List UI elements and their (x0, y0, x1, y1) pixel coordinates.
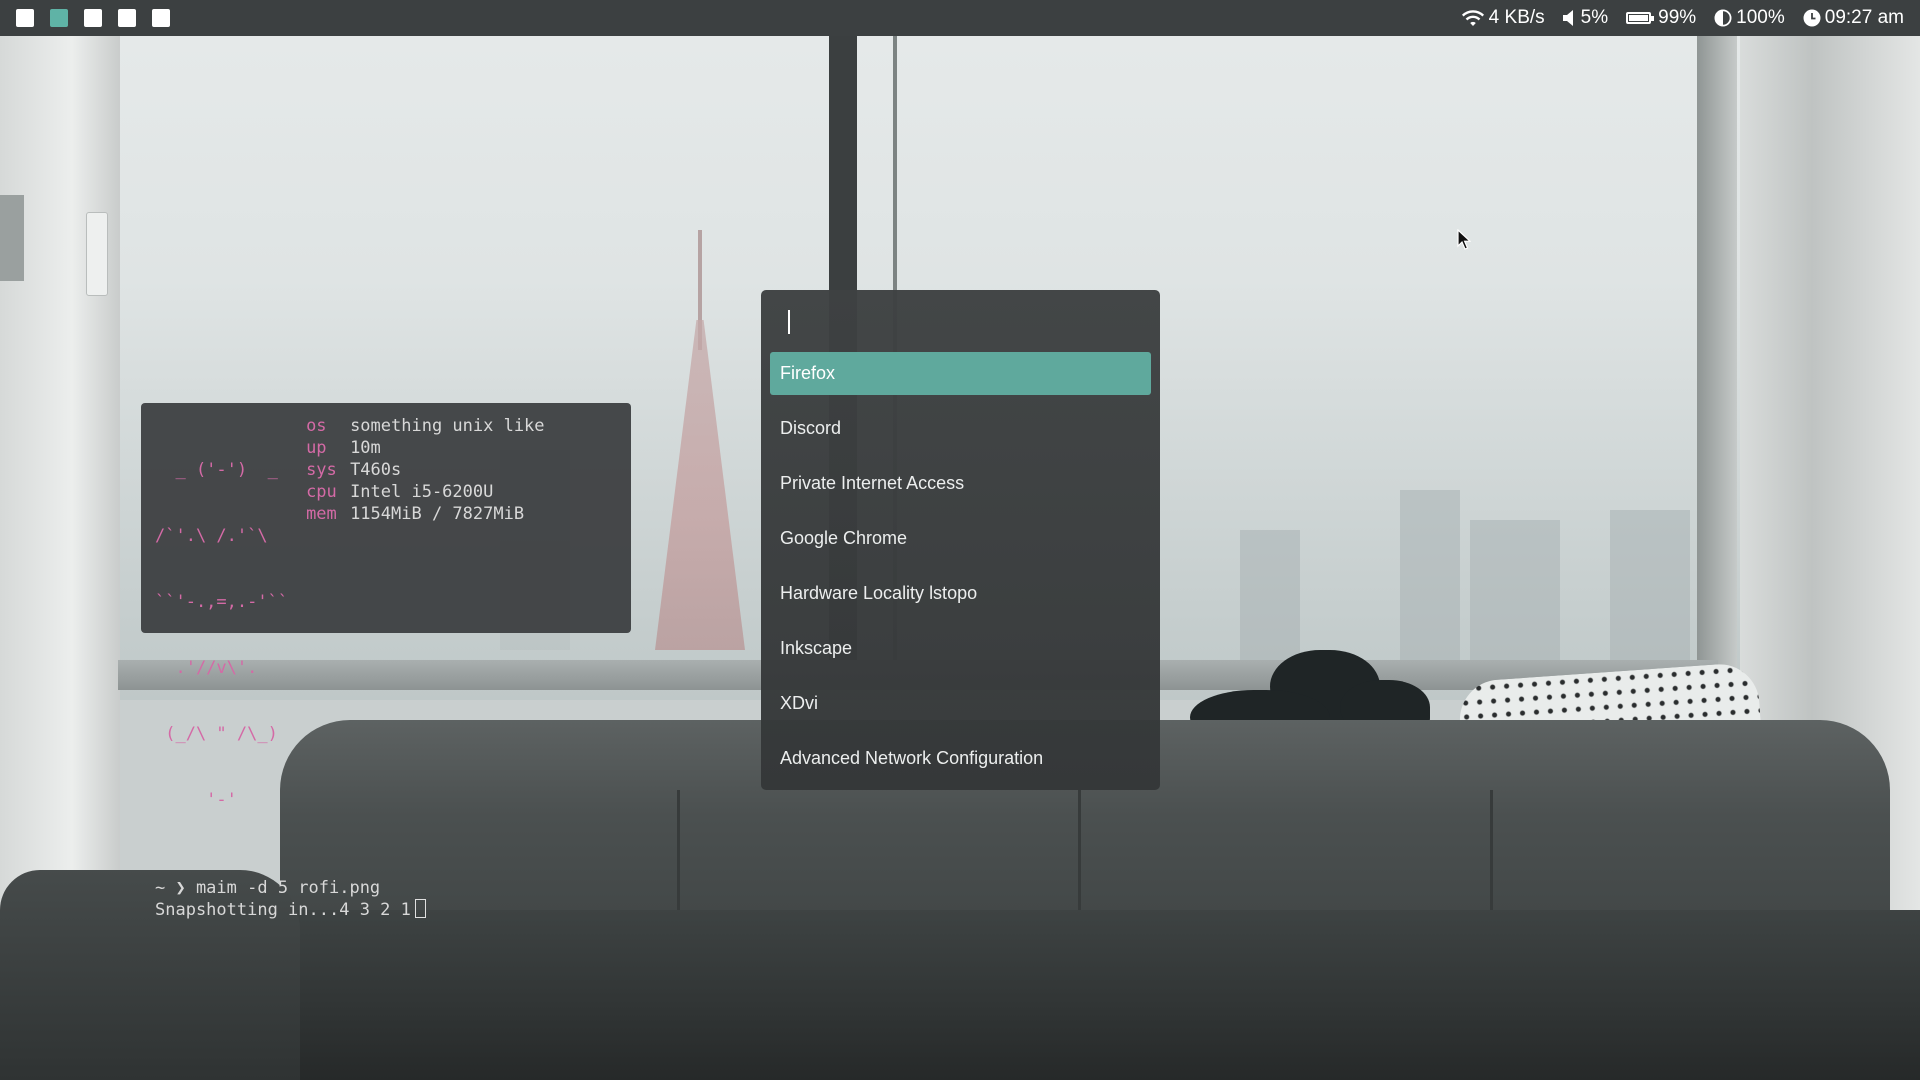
app-launcher: Firefox Discord Private Internet Access … (761, 290, 1160, 790)
volume-level: 5% (1580, 7, 1609, 28)
command-line: ~ ❯ maim -d 5 rofi.png (155, 877, 617, 899)
info-row-mem: mem 1154MiB / 7827MiB (306, 503, 544, 525)
info-key: sys (306, 460, 337, 480)
workspace-3[interactable] (84, 9, 102, 27)
terminal-window[interactable]: _ ('-') _ /`'.\ /.'`\ ``'-.,=,.-'`` .'//… (141, 403, 631, 920)
launcher-item-xdvi[interactable]: XDvi (770, 682, 1151, 725)
building (1610, 510, 1690, 660)
top-bar: 4 KB/s 5% 99% 100% 09:27 am (0, 0, 1920, 36)
brightness-icon (1714, 9, 1732, 27)
workspace-5[interactable] (152, 9, 170, 27)
info-value: 1154MiB / 7827MiB (350, 504, 525, 524)
command-output: Snapshotting in...4 3 2 1 (155, 899, 617, 921)
launcher-item-google-chrome[interactable]: Google Chrome (770, 517, 1151, 560)
building (1400, 490, 1460, 660)
launcher-search-input[interactable] (770, 302, 1151, 342)
launcher-results: Firefox Discord Private Internet Access … (770, 352, 1151, 780)
info-row-sys: sys T460s (306, 459, 544, 481)
info-key: cpu (306, 482, 337, 502)
info-value: T460s (350, 460, 402, 480)
info-key: up (306, 438, 327, 458)
volume-status[interactable]: 5% (1562, 7, 1609, 29)
workspace-2-active[interactable] (50, 9, 68, 27)
brightness-level: 100% (1736, 7, 1785, 28)
info-value: 10m (350, 438, 381, 458)
launcher-item-firefox[interactable]: Firefox (770, 352, 1151, 395)
battery-level: 99% (1658, 7, 1697, 28)
speaker-icon (1562, 10, 1577, 26)
info-value: Intel i5-6200U (350, 482, 494, 502)
clock[interactable]: 09:27 am (1803, 7, 1904, 29)
building (1470, 520, 1560, 660)
status-area: 4 KB/s 5% 99% 100% 09:27 am (1461, 7, 1904, 29)
network-speed: 4 KB/s (1488, 7, 1545, 28)
clock-icon (1803, 9, 1821, 27)
wall-plate (86, 212, 108, 296)
ascii-line: /`'.\ /.'`\ (155, 526, 268, 546)
info-row-os: os something unix like (306, 415, 544, 437)
ascii-art: _ ('-') _ /`'.\ /.'`\ ``'-.,=,.-'`` .'//… (155, 415, 288, 855)
workspace-4[interactable] (118, 9, 136, 27)
launcher-item-hardware-locality[interactable]: Hardware Locality lstopo (770, 572, 1151, 615)
mouse-pointer-icon (1457, 229, 1471, 250)
output-text: Snapshotting in...4 3 2 1 (155, 900, 411, 920)
info-row-up: up 10m (306, 437, 544, 459)
command-text: ~ ❯ maim -d 5 rofi.png (155, 878, 381, 898)
info-key: mem (306, 504, 337, 524)
ascii-line: .'//v\'. (155, 658, 258, 678)
window-frame (1697, 36, 1737, 686)
system-fetch: _ ('-') _ /`'.\ /.'`\ ``'-.,=,.-'`` .'//… (155, 415, 617, 855)
terminal-cursor (414, 899, 426, 918)
info-row-cpu: cpu Intel i5-6200U (306, 481, 544, 503)
text-caret (788, 310, 790, 334)
workspace-switcher (16, 9, 170, 27)
launcher-item-inkscape[interactable]: Inkscape (770, 627, 1151, 670)
battery-status[interactable]: 99% (1626, 7, 1696, 29)
brightness-status[interactable]: 100% (1714, 7, 1785, 29)
wall-panel (0, 195, 24, 281)
building (1240, 530, 1300, 660)
launcher-item-discord[interactable]: Discord (770, 407, 1151, 450)
launcher-item-private-internet-access[interactable]: Private Internet Access (770, 462, 1151, 505)
info-key: os (306, 416, 327, 436)
ascii-line: '-' (155, 790, 237, 810)
launcher-item-network-configuration[interactable]: Advanced Network Configuration (770, 737, 1151, 780)
ascii-line: ``'-.,=,.-'`` (155, 592, 289, 612)
ascii-line: (_/\ " /\_) (155, 724, 278, 744)
network-status[interactable]: 4 KB/s (1461, 7, 1545, 29)
wifi-icon (1461, 9, 1485, 27)
workspace-1[interactable] (16, 9, 34, 27)
info-value: something unix like (350, 416, 545, 436)
system-info: os something unix like up 10m sys T460s cpu… (306, 415, 544, 855)
ascii-line: _ ('-') _ (155, 460, 278, 480)
clock-time: 09:27 am (1824, 7, 1904, 28)
battery-icon (1626, 12, 1655, 24)
